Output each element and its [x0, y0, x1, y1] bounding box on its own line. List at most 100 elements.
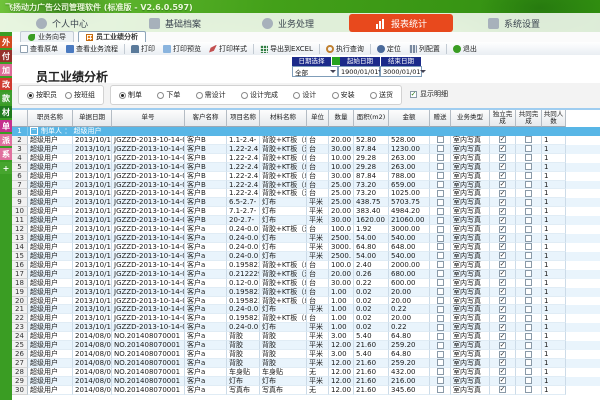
toolbar-excel-button[interactable]: 导出到EXCEL — [256, 43, 317, 55]
sidebar-shortcut-加[interactable]: 加 — [0, 64, 12, 76]
end-date-select[interactable]: 3000/01/01 — [380, 66, 427, 77]
cell-independent-checkbox[interactable] — [490, 376, 516, 386]
cell-gift-checkbox[interactable] — [430, 162, 451, 172]
cell-joint-checkbox[interactable] — [516, 332, 542, 342]
cell-gift-checkbox[interactable] — [430, 171, 451, 181]
col-header-doc-date[interactable]: 单据日期 — [73, 110, 112, 127]
cell-independent-checkbox[interactable] — [490, 189, 516, 199]
cell-independent-checkbox[interactable] — [490, 385, 516, 395]
sidebar-shortcut-外[interactable]: 外 — [0, 36, 12, 48]
cell-independent-checkbox[interactable] — [490, 180, 516, 190]
sidebar-shortcut-+[interactable]: + — [0, 162, 12, 174]
table-row[interactable]: 16超级用户2013/10/14JGZZD-2013-10-14-004客户a0… — [12, 260, 600, 270]
cell-joint-checkbox[interactable] — [516, 367, 542, 377]
col-header-business-type[interactable]: 业务类型 — [451, 110, 490, 127]
sidebar-shortcut-派[interactable]: 派 — [0, 134, 12, 146]
cell-independent-checkbox[interactable] — [490, 278, 516, 288]
cell-gift-checkbox[interactable] — [430, 251, 451, 261]
cell-gift-checkbox[interactable] — [430, 207, 451, 217]
cell-joint-checkbox[interactable] — [516, 305, 542, 315]
cell-independent-checkbox[interactable] — [490, 296, 516, 306]
cell-joint-checkbox[interactable] — [516, 341, 542, 351]
col-header-independent-checkbox[interactable]: 独立完成 — [490, 110, 516, 127]
toolbar-exit-button[interactable]: 退出 — [449, 43, 481, 55]
table-row[interactable]: 21超级用户2013/10/14JGZZD-2013-10-14-008客户a0… — [12, 305, 600, 315]
cell-gift-checkbox[interactable] — [430, 216, 451, 226]
cell-independent-checkbox[interactable] — [490, 323, 516, 333]
cell-independent-checkbox[interactable] — [490, 358, 516, 368]
table-row[interactable]: 9超级用户2013/10/14JGZZD-2013-10-14-002客户B6.… — [12, 198, 600, 208]
sidebar-shortcut-系[interactable]: 系 — [0, 148, 12, 160]
toolbar-print-style-button[interactable]: 打印样式 — [205, 43, 251, 55]
business-type-radio[interactable]: 制单 — [119, 90, 142, 100]
cell-independent-checkbox[interactable] — [490, 144, 516, 154]
table-row[interactable]: 2超级用户2013/10/14JGZZD-2013-10-14-002客户B1.… — [12, 135, 600, 145]
cell-joint-checkbox[interactable] — [516, 376, 542, 386]
col-header-unit[interactable]: 单位 — [307, 110, 329, 127]
grouping-radio[interactable]: 按班组 — [65, 90, 95, 100]
cell-independent-checkbox[interactable] — [490, 367, 516, 377]
col-header-doc-number[interactable]: 单号 — [112, 110, 185, 127]
col-header-material-name[interactable]: 材料名称 — [260, 110, 307, 127]
cell-independent-checkbox[interactable] — [490, 269, 516, 279]
col-header-row-number[interactable] — [12, 110, 28, 127]
cell-joint-checkbox[interactable] — [516, 180, 542, 190]
table-row[interactable]: 12超级用户2013/10/14JGZZD-2013-10-14-004客户a0… — [12, 225, 600, 235]
toolbar-search-button[interactable]: 执行查询 — [322, 43, 368, 55]
start-date-select[interactable]: 1900/01/01 — [338, 66, 385, 77]
table-row[interactable]: 3超级用户2013/10/14JGZZD-2013-10-14-002客户B1.… — [12, 144, 600, 154]
col-header-area-m2[interactable]: 面积(m2) — [354, 110, 389, 127]
cell-gift-checkbox[interactable] — [430, 144, 451, 154]
cell-gift-checkbox[interactable] — [430, 198, 451, 208]
cell-joint-checkbox[interactable] — [516, 251, 542, 261]
cell-independent-checkbox[interactable] — [490, 314, 516, 324]
table-row[interactable]: 6超级用户2013/10/14JGZZD-2013-10-14-002客户B1.… — [12, 171, 600, 181]
table-row[interactable]: 11超级用户2013/10/14JGZZD-2013-10-14-002客户B2… — [12, 216, 600, 226]
cell-joint-checkbox[interactable] — [516, 242, 542, 252]
toolbar-flow-button[interactable]: 查看业务流程 — [62, 43, 122, 55]
table-row[interactable]: 29 超级用户 2014/08/07 NO.201408070001 客户a 灯布 灯布 平米… — [12, 376, 600, 386]
cell-gift-checkbox[interactable] — [430, 350, 451, 359]
sidebar-shortcut-材[interactable]: 材 — [0, 106, 12, 118]
cell-joint-checkbox[interactable] — [516, 171, 542, 181]
cell-joint-checkbox[interactable] — [516, 287, 542, 297]
cell-independent-checkbox[interactable] — [490, 216, 516, 226]
show-detail-checkbox[interactable]: 显示明细 — [410, 89, 448, 99]
group-header-row[interactable]: 1− 制单人 ： 超级用户 — [12, 127, 600, 136]
cell-independent-checkbox[interactable] — [490, 234, 516, 243]
toolbar-preview-button[interactable]: 打印预览 — [159, 43, 205, 55]
cell-gift-checkbox[interactable] — [430, 242, 451, 252]
cell-independent-checkbox[interactable] — [490, 198, 516, 208]
toolbar-printer-button[interactable]: 打印 — [127, 43, 159, 55]
sidebar-shortcut-单[interactable]: 单 — [0, 120, 12, 132]
col-header-joint-checkbox[interactable]: 共同完成 — [516, 110, 542, 127]
cell-gift-checkbox[interactable] — [430, 367, 451, 377]
cell-joint-checkbox[interactable] — [516, 323, 542, 333]
tab-analysis[interactable]: 员工业绩分析 — [78, 31, 146, 42]
table-row[interactable]: 5超级用户2013/10/14JGZZD-2013-10-14-002客户B1.… — [12, 162, 600, 172]
menu-item-business[interactable]: 业务处理 — [236, 14, 340, 32]
table-row[interactable]: 4超级用户2013/10/14JGZZD-2013-10-14-002客户B1.… — [12, 153, 600, 163]
cell-gift-checkbox[interactable] — [430, 305, 451, 315]
table-row[interactable]: 19超级用户2013/10/14JGZZD-2013-10-14-007客户a0… — [12, 287, 600, 297]
table-row[interactable]: 28 超级用户 2014/08/07 NO.201408070001 客户a 车身贴 车身贴… — [12, 367, 600, 377]
business-type-radio[interactable]: 设计 — [293, 90, 316, 100]
toolbar-view-doc-button[interactable]: 查看原单 — [16, 43, 62, 55]
cell-independent-checkbox[interactable] — [490, 305, 516, 315]
table-row[interactable]: 18超级用户2013/10/14JGZZD-2013-10-14-004客户a0… — [12, 278, 600, 288]
cell-independent-checkbox[interactable] — [490, 225, 516, 235]
sidebar-shortcut-款[interactable]: 款 — [0, 92, 12, 104]
grouping-radio[interactable]: 按职员 — [27, 90, 57, 100]
table-row[interactable]: 8超级用户2013/10/14JGZZD-2013-10-14-002客户B1.… — [12, 189, 600, 199]
cell-joint-checkbox[interactable] — [516, 234, 542, 243]
cell-joint-checkbox[interactable] — [516, 358, 542, 368]
cell-joint-checkbox[interactable] — [516, 135, 542, 145]
business-type-radio[interactable]: 下单 — [157, 90, 180, 100]
toolbar-columns-button[interactable]: 列配置 — [405, 43, 444, 55]
cell-independent-checkbox[interactable] — [490, 242, 516, 252]
cell-gift-checkbox[interactable] — [430, 278, 451, 288]
cell-independent-checkbox[interactable] — [490, 135, 516, 145]
cell-gift-checkbox[interactable] — [430, 323, 451, 333]
sidebar-shortcut-付[interactable]: 付 — [0, 50, 12, 62]
cell-gift-checkbox[interactable] — [430, 287, 451, 297]
